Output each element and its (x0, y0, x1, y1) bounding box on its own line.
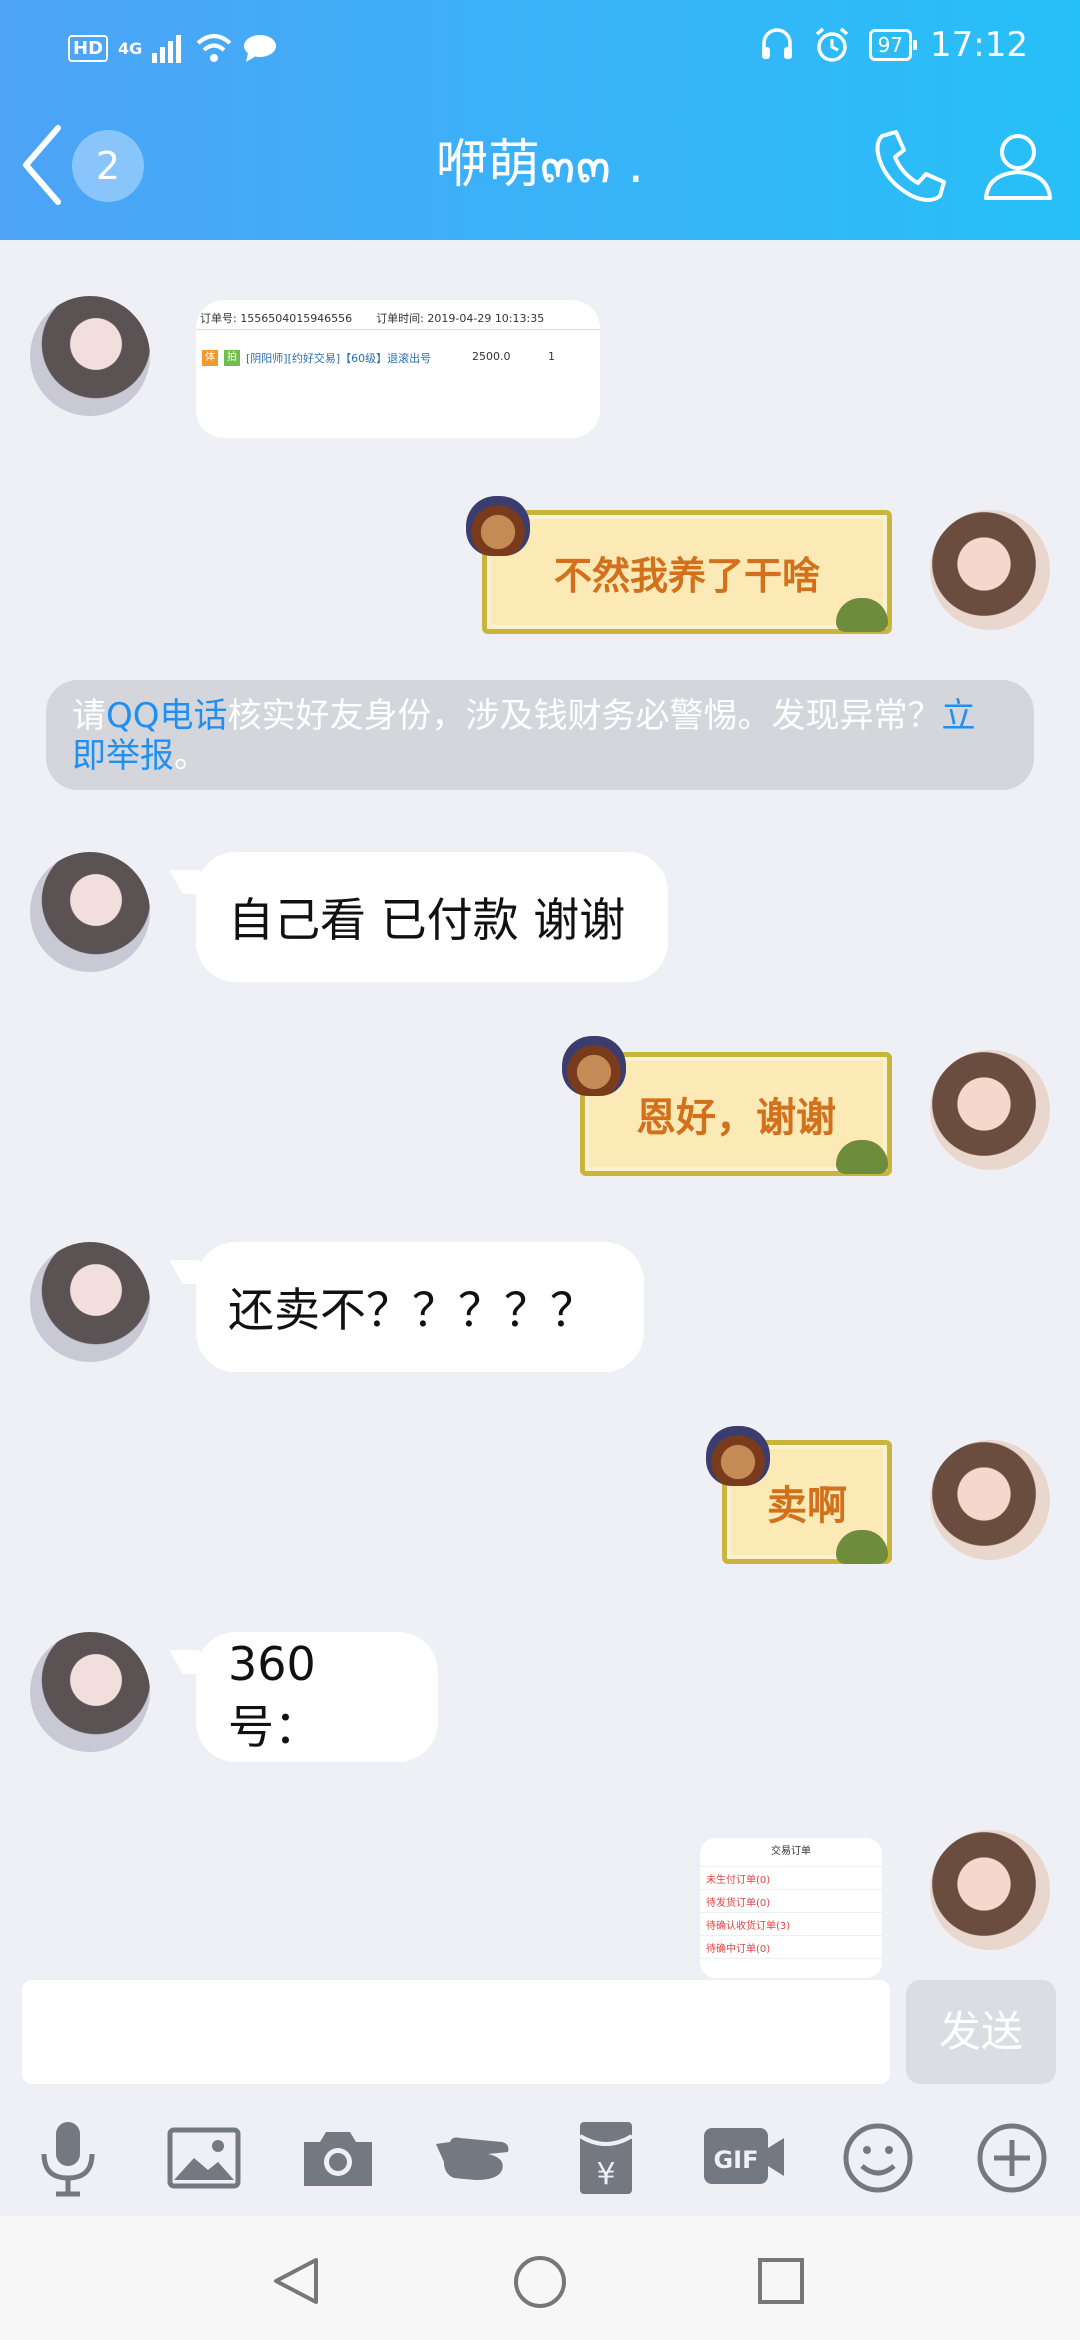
order-tag: 拍 (224, 350, 240, 366)
my-avatar[interactable] (930, 1440, 1050, 1560)
nav-recents-icon[interactable] (756, 2256, 806, 2306)
emoji-icon[interactable] (838, 2118, 918, 2198)
send-button[interactable]: 发送 (906, 1980, 1056, 2084)
network-type: 4G (118, 38, 143, 58)
svg-text:GIF: GIF (713, 2146, 758, 2174)
my-avatar[interactable] (930, 510, 1050, 630)
phone-icon[interactable] (870, 126, 950, 206)
image-row: 待确中订单(0) (700, 1936, 882, 1959)
my-avatar[interactable] (930, 1830, 1050, 1950)
sticker-text: 卖啊 (767, 1482, 847, 1529)
image-row: 未生付订单(0) (700, 1867, 882, 1890)
svg-text:¥: ¥ (596, 2157, 615, 2192)
message-text: 360号： (228, 1637, 320, 1754)
plus-icon[interactable] (972, 2118, 1052, 2198)
status-bar: HD 4G 97 17:12 (0, 0, 1080, 90)
poke-hand-icon[interactable] (432, 2118, 512, 2198)
headset-icon (761, 28, 792, 59)
red-packet-icon[interactable]: ¥ (566, 2118, 646, 2198)
sticker-text: 恩好，谢谢 (636, 1094, 836, 1141)
order-time: 订单时间: 2019-04-29 10:13:35 (376, 312, 545, 325)
order-tag: 体 (202, 350, 218, 366)
message-notification-icon (244, 35, 277, 62)
contact-avatar[interactable] (30, 296, 150, 416)
order-screenshot-message[interactable]: 订单号: 1556504015946556 订单时间: 2019-04-29 1… (196, 300, 600, 438)
alarm-icon (815, 27, 848, 62)
teemo-icon (706, 1426, 770, 1486)
message-input[interactable] (22, 1980, 890, 2084)
image-row: 待确认收货订单(3) (700, 1913, 882, 1936)
contact-avatar[interactable] (30, 1242, 150, 1362)
security-notice: 请QQ电话核实好友身份，涉及钱财务必警惕。发现异常？立即举报。 (46, 680, 1034, 790)
hd-badge: HD (68, 34, 109, 62)
my-avatar[interactable] (930, 1050, 1050, 1170)
image-row: 待发货订单(0) (700, 1890, 882, 1913)
battery-indicator: 97 (868, 29, 918, 61)
teemo-icon (562, 1036, 626, 1096)
order-price: 2500.0 (472, 350, 511, 363)
contact-avatar[interactable] (30, 1632, 150, 1752)
gif-icon[interactable]: GIF (700, 2118, 788, 2198)
order-number: 订单号: 1556504015946556 (200, 312, 353, 325)
image-message[interactable]: 交易订单 未生付订单(0) 待发货订单(0) 待确认收货订单(3) 待确中订单(… (700, 1838, 882, 1978)
qq-call-link[interactable]: QQ电话 (106, 696, 228, 736)
text-message[interactable]: 360号： (196, 1632, 438, 1762)
system-navigation-bar (0, 2216, 1080, 2340)
text-message[interactable]: 自己看 已付款 谢谢 (196, 852, 668, 982)
sticker-message[interactable]: 不然我养了干啥 (482, 510, 892, 634)
teemo-icon (466, 496, 530, 556)
nav-home-icon[interactable] (512, 2254, 568, 2310)
wifi-icon (196, 34, 232, 62)
image-title: 交易订单 (700, 1838, 882, 1867)
text-message[interactable]: 还卖不？？？？？ (196, 1242, 644, 1372)
order-item: [阴阳师][约好交易]【60级】退滚出号 (246, 352, 432, 365)
order-qty: 1 (548, 350, 555, 363)
microphone-icon[interactable] (28, 2118, 108, 2198)
clock: 17:12 (930, 25, 1028, 65)
chat-header: HD 4G 97 17:12 2 咿萌๓๓ . (0, 0, 1080, 240)
profile-icon[interactable] (978, 126, 1058, 206)
camera-icon[interactable] (298, 2118, 378, 2198)
message-text: 自己看 已付款 谢谢 (228, 893, 626, 947)
signal-icon (152, 35, 182, 63)
sticker-text: 不然我养了干啥 (553, 552, 820, 598)
nav-back-icon[interactable] (270, 2254, 324, 2308)
message-text: 还卖不？？？？？ (228, 1283, 596, 1337)
contact-avatar[interactable] (30, 852, 150, 972)
image-icon[interactable] (164, 2118, 244, 2198)
